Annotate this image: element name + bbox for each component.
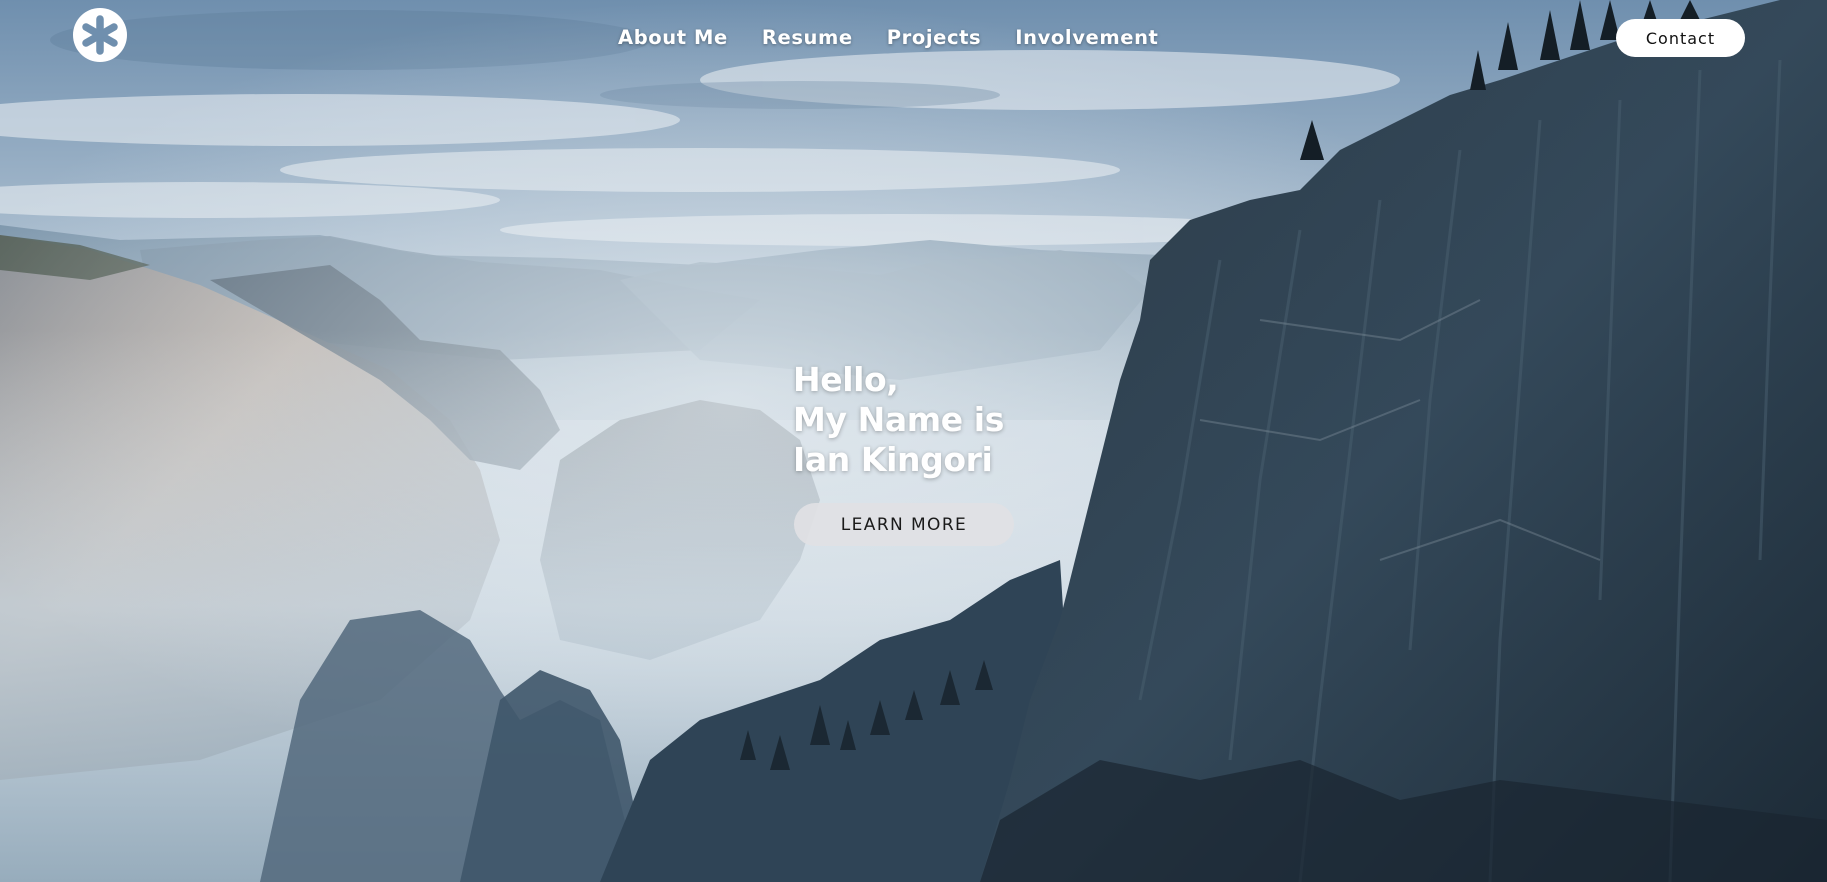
nav-link-projects[interactable]: Projects <box>887 26 982 49</box>
nav-link-resume[interactable]: Resume <box>762 26 853 49</box>
learn-more-button[interactable]: LEARN MORE <box>794 503 1014 546</box>
contact-button[interactable]: Contact <box>1616 19 1745 57</box>
hero-greeting: Hello, <box>793 360 899 399</box>
top-navigation: About Me Resume Projects Involvement Con… <box>0 0 1827 80</box>
hero-heading: Hello, My Name is Ian Kingori <box>793 360 1004 480</box>
nav-link-involvement[interactable]: Involvement <box>1015 26 1158 49</box>
hero-name: Ian Kingori <box>793 440 993 479</box>
nav-link-about-me[interactable]: About Me <box>618 26 728 49</box>
nav-links: About Me Resume Projects Involvement <box>618 26 1158 49</box>
hero-name-intro: My Name is <box>793 400 1004 439</box>
hero-section: About Me Resume Projects Involvement Con… <box>0 0 1827 882</box>
asterisk-logo-icon[interactable] <box>72 7 128 63</box>
